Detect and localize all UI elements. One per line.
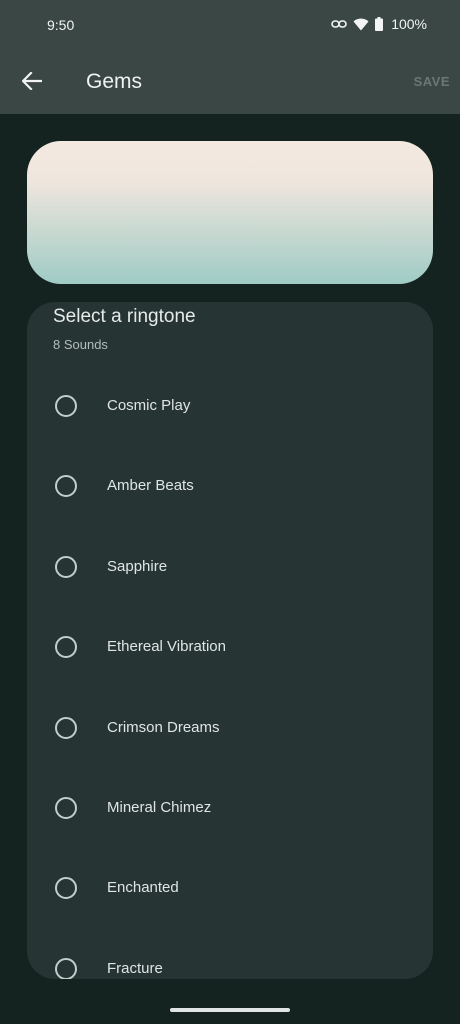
radio-button[interactable]: [55, 395, 77, 417]
ringtone-sheet: Select a ringtone 8 Sounds Cosmic Play A…: [27, 302, 433, 979]
radio-button[interactable]: [55, 555, 77, 578]
status-icons: 100%: [331, 16, 427, 32]
battery-percent: 100%: [391, 16, 427, 32]
ringtone-item-mineral-chimez[interactable]: Mineral Chimez: [27, 768, 433, 848]
ringtone-item-fracture[interactable]: Fracture: [27, 929, 433, 979]
ringtone-item-crimson-dreams[interactable]: Crimson Dreams: [27, 688, 433, 768]
ringtone-item-enchanted[interactable]: Enchanted: [27, 848, 433, 928]
status-time: 9:50: [47, 17, 75, 33]
sound-count: 8 Sounds: [53, 337, 108, 352]
arrow-back-icon: [21, 70, 43, 95]
radio-button[interactable]: [55, 877, 77, 900]
radio-button[interactable]: [55, 716, 77, 739]
ringtone-label: Cosmic Play: [107, 397, 191, 414]
ringtone-list: Cosmic Play Amber Beats Sapphire Etherea…: [27, 366, 433, 979]
ringtone-label: Mineral Chimez: [107, 798, 212, 816]
ringtone-preview-card: [27, 141, 433, 284]
ringtone-label: Amber Beats: [107, 477, 194, 495]
radio-button[interactable]: [55, 796, 77, 819]
radio-button[interactable]: [55, 636, 77, 659]
ringtone-item-cosmic-play[interactable]: Cosmic Play: [27, 366, 433, 446]
ringtone-item-ethereal-vibration[interactable]: Ethereal Vibration: [27, 607, 433, 687]
page-title: Gems: [86, 70, 143, 93]
radio-button[interactable]: [55, 957, 77, 979]
ringtone-label: Crimson Dreams: [107, 718, 220, 736]
radio-button[interactable]: [55, 475, 77, 498]
ringtone-item-amber-beats[interactable]: Amber Beats: [27, 446, 433, 526]
sheet-title: Select a ringtone: [53, 306, 196, 327]
wifi-icon: [353, 18, 369, 31]
back-button[interactable]: [14, 65, 50, 101]
link-icon: [331, 19, 347, 29]
ringtone-label: Enchanted: [107, 879, 179, 897]
ringtone-label: Fracture: [107, 959, 163, 977]
ringtone-label: Ethereal Vibration: [107, 638, 226, 656]
ringtone-label: Sapphire: [107, 557, 168, 575]
save-button[interactable]: SAVE: [414, 74, 450, 89]
battery-icon: [375, 17, 384, 31]
status-bar: 9:50 100%: [0, 0, 460, 52]
ringtone-item-sapphire[interactable]: Sapphire: [27, 527, 433, 607]
home-indicator[interactable]: [170, 1008, 290, 1012]
app-bar: Gems SAVE: [0, 52, 460, 114]
